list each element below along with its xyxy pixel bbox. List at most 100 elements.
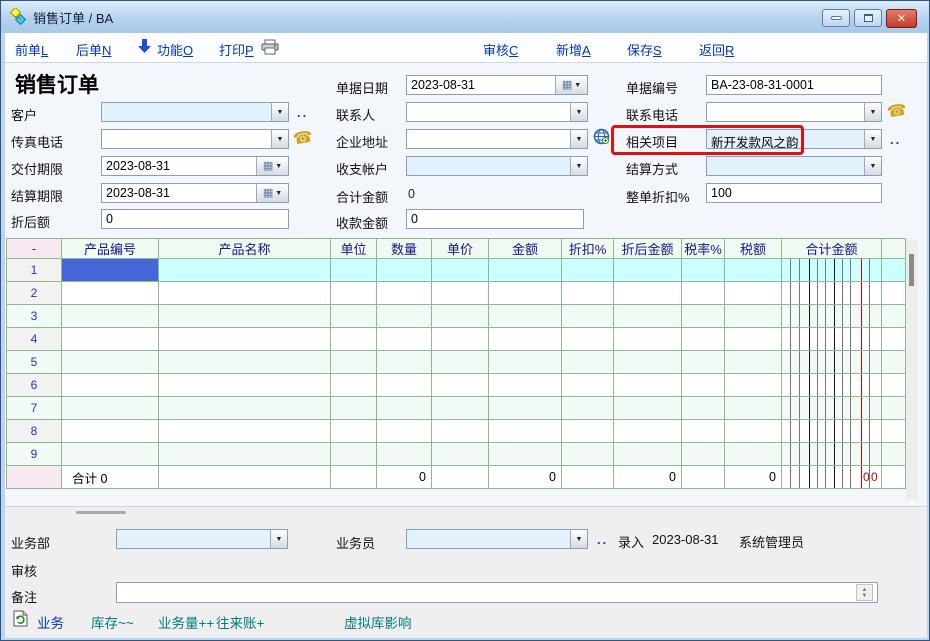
cell-r5-product_code[interactable] xyxy=(62,351,159,374)
cell-r8-product_name[interactable] xyxy=(159,420,331,443)
contact-person-combo[interactable]: ▼ xyxy=(406,102,588,122)
col-header-tax_rate_pct[interactable]: 税率% xyxy=(682,239,725,259)
cell-r8-discount_pct[interactable] xyxy=(562,420,614,443)
cell-r1-discounted_amount[interactable] xyxy=(614,259,682,282)
cell-r7-discount_pct[interactable] xyxy=(562,397,614,420)
footer-link-current-account[interactable]: 往来账+ xyxy=(216,612,264,632)
cell-r9-product_code[interactable] xyxy=(62,443,159,466)
salesperson-browse-button[interactable]: .. xyxy=(597,532,608,547)
cell-r2-extra[interactable] xyxy=(882,282,906,305)
toolbar-functions-button[interactable]: 功能O xyxy=(157,40,193,59)
chevron-down-icon[interactable]: ▼ xyxy=(864,103,881,121)
cell-r1-tax_rate_pct[interactable] xyxy=(682,259,725,282)
cell-r5-discount_pct[interactable] xyxy=(562,351,614,374)
chevron-down-icon[interactable]: ▼ xyxy=(570,103,587,121)
footer-link-business-volume[interactable]: 业务量++ xyxy=(158,612,214,632)
cell-r7-quantity[interactable] xyxy=(377,397,432,420)
col-header-line_total[interactable]: 合计金额 xyxy=(782,239,882,259)
table-scrollbar[interactable] xyxy=(906,240,918,499)
cell-r5-quantity[interactable] xyxy=(377,351,432,374)
cell-r4-unit_price[interactable] xyxy=(432,328,489,351)
cell-r2-line_total[interactable] xyxy=(782,282,882,305)
col-header-extra[interactable] xyxy=(882,239,906,259)
cell-r5-amount[interactable] xyxy=(489,351,562,374)
cell-r9-line_total[interactable] xyxy=(782,443,882,466)
cell-r4-product_code[interactable] xyxy=(62,328,159,351)
cell-r1-extra[interactable] xyxy=(882,259,906,282)
cell-r9-unit[interactable] xyxy=(331,443,377,466)
cell-r9-tax_rate_pct[interactable] xyxy=(682,443,725,466)
cell-r3-product_code[interactable] xyxy=(62,305,159,328)
cell-r8-rownum[interactable]: 8 xyxy=(7,420,62,443)
cell-r9-discount_pct[interactable] xyxy=(562,443,614,466)
cell-r3-discount_pct[interactable] xyxy=(562,305,614,328)
payment-account-combo[interactable]: ▼ xyxy=(406,156,588,176)
cell-r6-product_name[interactable] xyxy=(159,374,331,397)
settlement-deadline-datepicker[interactable]: 2023-08-31 ▦▼ xyxy=(101,183,289,203)
cell-r1-unit[interactable] xyxy=(331,259,377,282)
cell-r4-discount_pct[interactable] xyxy=(562,328,614,351)
cell-r4-line_total[interactable] xyxy=(782,328,882,351)
cell-r2-product_code[interactable] xyxy=(62,282,159,305)
cell-r5-discounted_amount[interactable] xyxy=(614,351,682,374)
cell-r7-amount[interactable] xyxy=(489,397,562,420)
settlement-method-combo[interactable]: ▼ xyxy=(706,156,882,176)
cell-r6-product_code[interactable] xyxy=(62,374,159,397)
customer-combo[interactable]: ▼ xyxy=(101,102,289,122)
chevron-down-icon[interactable]: ▼ xyxy=(570,130,587,148)
col-header-product_name[interactable]: 产品名称 xyxy=(159,239,331,259)
cell-r8-discounted_amount[interactable] xyxy=(614,420,682,443)
order-discount-input[interactable]: 100 xyxy=(706,183,882,203)
cell-r3-product_name[interactable] xyxy=(159,305,331,328)
toolbar-prev-doc-button[interactable]: 前单L xyxy=(15,40,48,59)
cell-r8-extra[interactable] xyxy=(882,420,906,443)
col-header-quantity[interactable]: 数量 xyxy=(377,239,432,259)
cell-r1-product_name[interactable] xyxy=(159,259,331,282)
cell-r8-tax_amount[interactable] xyxy=(725,420,782,443)
cell-r5-line_total[interactable] xyxy=(782,351,882,374)
cell-r1-rownum[interactable]: 1 xyxy=(7,259,62,282)
cell-r1-amount[interactable] xyxy=(489,259,562,282)
toolbar-save-button[interactable]: 保存S xyxy=(627,40,662,59)
cell-r7-product_name[interactable] xyxy=(159,397,331,420)
col-header-tax_amount[interactable]: 税额 xyxy=(725,239,782,259)
cell-r2-unit[interactable] xyxy=(331,282,377,305)
cell-r1-quantity[interactable] xyxy=(377,259,432,282)
cell-r3-amount[interactable] xyxy=(489,305,562,328)
cell-r9-rownum[interactable]: 9 xyxy=(7,443,62,466)
cell-r6-extra[interactable] xyxy=(882,374,906,397)
cell-r3-unit[interactable] xyxy=(331,305,377,328)
cell-r7-extra[interactable] xyxy=(882,397,906,420)
cell-r9-tax_amount[interactable] xyxy=(725,443,782,466)
chevron-down-icon[interactable]: ▼ xyxy=(271,130,288,148)
cell-r2-discount_pct[interactable] xyxy=(562,282,614,305)
cell-r5-tax_amount[interactable] xyxy=(725,351,782,374)
cell-r6-discounted_amount[interactable] xyxy=(614,374,682,397)
cell-r5-product_name[interactable] xyxy=(159,351,331,374)
cell-r7-tax_amount[interactable] xyxy=(725,397,782,420)
cell-r8-unit_price[interactable] xyxy=(432,420,489,443)
cell-r2-tax_rate_pct[interactable] xyxy=(682,282,725,305)
cell-r8-quantity[interactable] xyxy=(377,420,432,443)
delivery-deadline-datepicker[interactable]: 2023-08-31 ▦▼ xyxy=(101,156,289,176)
cell-r3-extra[interactable] xyxy=(882,305,906,328)
cell-r9-extra[interactable] xyxy=(882,443,906,466)
cell-r2-unit_price[interactable] xyxy=(432,282,489,305)
doc-number-input[interactable]: BA-23-08-31-0001 xyxy=(706,75,882,95)
cell-r6-quantity[interactable] xyxy=(377,374,432,397)
printer-icon[interactable] xyxy=(261,39,279,60)
cell-r8-product_code[interactable] xyxy=(62,420,159,443)
chevron-down-icon[interactable]: ▼ xyxy=(271,103,288,121)
cell-r5-rownum[interactable]: 5 xyxy=(7,351,62,374)
footer-link-virtual-stock[interactable]: 虚拟库影响 xyxy=(344,612,412,632)
cell-r3-tax_rate_pct[interactable] xyxy=(682,305,725,328)
cell-r1-product_code[interactable] xyxy=(62,259,159,282)
cell-r7-unit[interactable] xyxy=(331,397,377,420)
col-header-product_code[interactable]: 产品编号 xyxy=(62,239,159,259)
col-header-discount_pct[interactable]: 折扣% xyxy=(562,239,614,259)
cell-r7-rownum[interactable]: 7 xyxy=(7,397,62,420)
cell-r5-extra[interactable] xyxy=(882,351,906,374)
maximize-button[interactable] xyxy=(854,9,882,27)
col-header-discounted_amount[interactable]: 折后金额 xyxy=(614,239,682,259)
col-header-amount[interactable]: 金额 xyxy=(489,239,562,259)
